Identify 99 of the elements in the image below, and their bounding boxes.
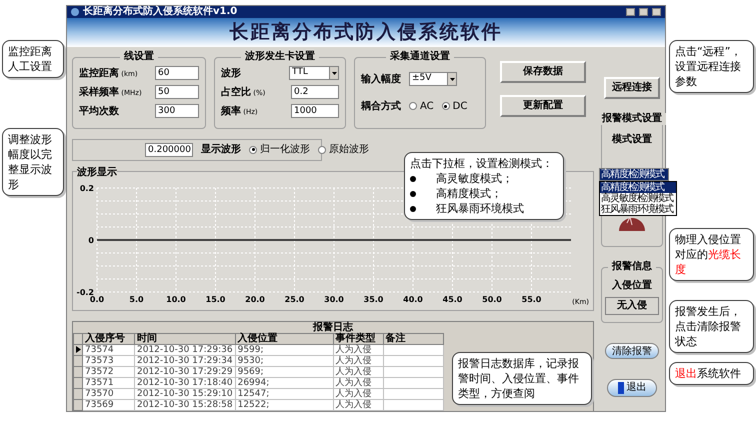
table-cell: 2012-10-30 17:29:36: [134, 344, 236, 355]
group-title: 报警模式设置: [598, 112, 666, 124]
table-cell: 9569;: [235, 366, 334, 377]
callout-text: 狂风暴雨环境模式: [436, 201, 524, 216]
log-row[interactable]: 73571 2012-10-30 17:18:40 26994; 人为入侵: [74, 377, 444, 388]
text-field[interactable]: 0.200000: [145, 142, 193, 156]
table-cell: 9530;: [235, 355, 334, 366]
group-title: 波形发生卡设置: [241, 50, 319, 62]
window-title: 长距离分布式防入侵系统软件v1.0: [83, 6, 238, 18]
log-title: 报警日志: [312, 322, 354, 332]
callout-text: 点击“远程”，设置远程连接参数: [669, 40, 754, 93]
text-field[interactable]: 50: [155, 85, 199, 99]
log-row[interactable]: 73573 2012-10-30 17:29:34 9530; 人为入侵: [74, 355, 444, 366]
callout-text: 高精度模式；: [436, 186, 502, 201]
radio-label: DC: [452, 100, 468, 114]
axis-label: 0.0: [90, 294, 104, 304]
table-cell: 9599;: [235, 344, 334, 355]
table-cell: 73569: [82, 399, 134, 410]
exit-button[interactable]: 退出: [607, 378, 657, 396]
column-header[interactable]: 入侵位置: [235, 333, 334, 344]
text-field[interactable]: 0.2: [291, 85, 339, 99]
field-label: 模式设置: [612, 132, 652, 146]
log-row[interactable]: 73574 2012-10-30 17:29:36 9599; 人为入侵: [74, 344, 444, 355]
axis-label: 50.0: [482, 294, 502, 304]
group-title: 线设置: [120, 50, 158, 62]
table-cell: 12522;: [235, 399, 334, 410]
axis-label: 55.0: [522, 294, 542, 304]
table-cell: 2012-10-30 15:29:10: [134, 388, 236, 399]
field-label: 入侵位置: [612, 278, 652, 292]
callout-text: 报警发生后，点击清除报警状态: [669, 300, 754, 353]
dropdown-option[interactable]: 高灵敏度检测模式: [600, 193, 676, 204]
axis-label: 10.0: [166, 294, 186, 304]
text-field[interactable]: 60: [155, 66, 199, 80]
mode-dropdown[interactable]: 高精度检测模式: [599, 168, 669, 181]
field-label: 显示波形: [201, 142, 241, 157]
table-cell: 人为入侵: [333, 366, 384, 377]
table-cell: 人为入侵: [333, 344, 384, 355]
table-cell: 2012-10-30 17:18:40: [134, 377, 236, 388]
column-header[interactable]: 时间: [134, 333, 236, 344]
column-header[interactable]: 事件类型: [333, 333, 384, 344]
callout-text: 退出系统软件: [669, 362, 754, 385]
axis-label: 0.2: [80, 184, 94, 192]
table-cell: 人为入侵: [333, 388, 384, 399]
table-cell: 人为入侵: [333, 355, 384, 366]
remote-button[interactable]: 远程连接: [604, 76, 660, 98]
dropdown-option[interactable]: 高精度检测模式: [600, 182, 676, 193]
table-cell: 26994;: [235, 377, 334, 388]
field-label: 平均次数: [79, 104, 119, 118]
text-field[interactable]: 1000: [291, 104, 339, 118]
radio-label: AC: [420, 100, 434, 114]
axis-label: 25.0: [284, 294, 304, 304]
header-title: 长距离分布式防入侵系统软件: [230, 20, 502, 45]
action-button[interactable]: 保存数据: [500, 60, 586, 82]
column-header[interactable]: 入侵序号: [82, 333, 134, 344]
group-title: 报警信息: [608, 260, 656, 272]
table-cell: 2012-10-30 17:29:34: [134, 355, 236, 366]
field-label: 耦合方式: [361, 99, 401, 114]
callout-text: 点击下拉框，设置检测模式：: [410, 156, 554, 171]
axis-label: 20.0: [245, 294, 265, 304]
callout-text: 物理入侵位置对应的光缆长度: [669, 228, 754, 281]
axis-label: -0.2: [76, 288, 94, 296]
clear-alarm-button[interactable]: 清除报警: [605, 342, 659, 358]
status-display: 无入侵: [605, 296, 659, 314]
table-cell: 73572: [82, 366, 134, 377]
field-label: 波形: [221, 66, 241, 80]
table-cell: 73574: [82, 344, 134, 355]
axis-label: 45.0: [442, 294, 462, 304]
text-field[interactable]: 300: [155, 104, 199, 118]
callout-text: 调整波形幅度以完整显示波形: [2, 128, 64, 196]
axis-label: 15.0: [206, 294, 226, 304]
table-cell: 人为入侵: [333, 399, 384, 410]
dropdown-option[interactable]: 狂风暴雨环境模式: [600, 204, 676, 215]
log-row[interactable]: 73570 2012-10-30 15:29:10 12547; 人为入侵: [74, 388, 444, 399]
axis-label: 5.0: [129, 294, 144, 304]
table-cell: 73570: [82, 388, 134, 399]
log-row[interactable]: 73569 2012-10-30 15:28:58 12522; 人为入侵: [74, 399, 444, 410]
column-header[interactable]: 备注: [383, 333, 444, 344]
dropdown[interactable]: TTL: [289, 66, 339, 80]
axis-label: 0: [88, 236, 94, 244]
table-cell: 12547;: [235, 388, 334, 399]
table-cell: 73571: [82, 377, 134, 388]
table-cell: 73573: [82, 355, 134, 366]
table-cell: 2012-10-30 17:29:29: [134, 366, 236, 377]
log-row[interactable]: 73572 2012-10-30 17:29:29 9569; 人为入侵: [74, 366, 444, 377]
table-cell: 2012-10-30 15:28:58: [134, 399, 236, 410]
axis-label: 40.0: [403, 294, 423, 304]
table-cell: 人为入侵: [333, 377, 384, 388]
radio-label: 原始波形: [329, 142, 369, 157]
group-title: 采集通道设置: [386, 50, 454, 62]
field-label: 输入幅度: [361, 72, 401, 86]
callout-text: 报警日志数据库，记录报警时间、入侵位置、事件类型，方便查阅: [452, 352, 592, 405]
dropdown[interactable]: ±5V: [409, 72, 457, 86]
axis-label: 35.0: [364, 294, 384, 304]
chart-title: 波形显示: [77, 166, 117, 178]
callout-text: 监控距离人工设置: [2, 40, 64, 78]
callout-text: 高灵敏度模式；: [436, 171, 513, 186]
action-button[interactable]: 更新配置: [500, 94, 586, 116]
radio-label: 归一化波形: [260, 142, 310, 157]
axis-label: 30.0: [324, 294, 344, 304]
